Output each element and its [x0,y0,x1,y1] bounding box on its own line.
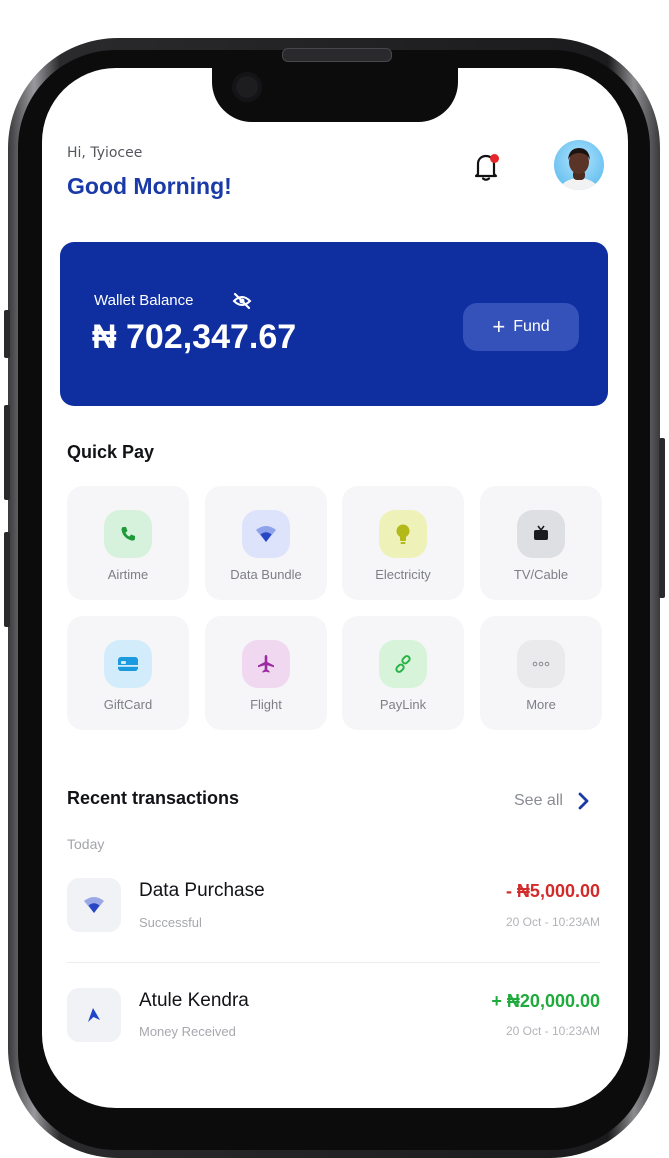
phone-icon [104,510,152,558]
fund-button-label: Fund [513,318,550,335]
quick-pay-label: Data Bundle [230,567,302,582]
quick-pay-label: GiftCard [103,697,153,712]
quick-pay-label: Airtime [107,567,149,582]
mute-switch [4,310,10,358]
quick-pay-electricity[interactable]: Electricity [342,486,464,600]
chevron-right-icon[interactable] [575,791,591,811]
see-all-link[interactable]: See all [514,792,563,810]
transaction-status: Money Received [139,1024,236,1039]
salutation-heading: Good Morning! [67,173,232,199]
more-icon [517,640,565,688]
quick-pay-title: Quick Pay [67,442,155,462]
transaction-date: 20 Oct - 10:23AM [505,1024,600,1038]
plane-icon [242,640,290,688]
transaction-title: Atule Kendra [139,990,249,1011]
quick-pay-tv-cable[interactable]: TV/Cable [480,486,602,600]
greeting-text: Hi, Tyiocee [67,145,143,161]
card-icon [104,640,152,688]
divider [67,962,600,963]
wallet-balance-label: Wallet Balance [94,292,194,309]
send-icon [67,988,121,1042]
transaction-title: Data Purchase [139,880,265,901]
quick-pay-label: PayLink [379,697,427,712]
camera-icon [232,72,262,102]
bulb-icon [379,510,427,558]
user-avatar[interactable] [554,140,604,190]
quick-pay-flight[interactable]: Flight [205,616,327,730]
quick-pay-label: Flight [250,697,282,712]
power-button [659,438,665,598]
quick-pay-data-bundle[interactable]: Data Bundle [205,486,327,600]
transaction-amount: - ₦5,000.00 [505,881,600,901]
speaker-grille [282,48,392,62]
quick-pay-more[interactable]: More [480,616,602,730]
date-group-label: Today [67,836,105,852]
quick-pay-label: Electricity [375,567,431,582]
quick-pay-giftcard[interactable]: GiftCard [67,616,189,730]
transaction-amount: + ₦20,000.00 [491,991,600,1011]
volume-down-button [4,532,10,627]
quick-pay-label: TV/Cable [513,567,569,582]
quick-pay-airtime[interactable]: Airtime [67,486,189,600]
wallet-card: Wallet Balance ₦ 702,347.67 + Fund [60,242,608,406]
wallet-balance-amount: ₦ 702,347.67 [92,318,297,356]
fund-wallet-button[interactable]: + Fund [463,303,579,351]
notification-bell-icon[interactable] [470,150,502,184]
quick-pay-paylink[interactable]: PayLink [342,616,464,730]
wifi-icon [67,878,121,932]
tv-icon [517,510,565,558]
transaction-status: Successful [139,915,202,930]
transaction-date: 20 Oct - 10:23AM [505,915,600,929]
hide-balance-icon[interactable] [232,292,252,310]
quick-pay-label: More [526,697,556,712]
recent-transactions-title: Recent transactions [67,788,240,808]
link-icon [379,640,427,688]
plus-icon: + [492,314,506,339]
wifi-icon [242,510,290,558]
volume-up-button [4,405,10,500]
